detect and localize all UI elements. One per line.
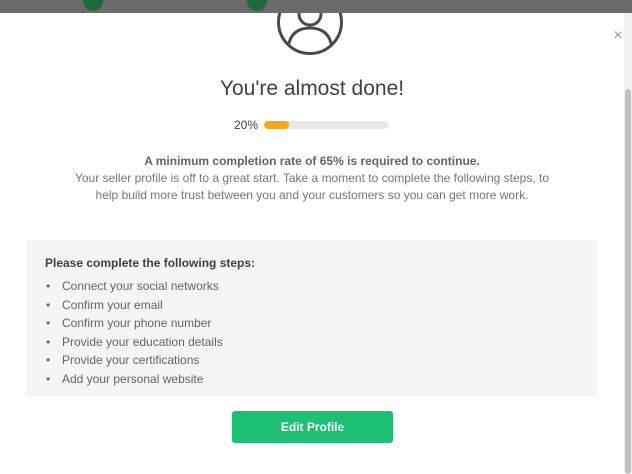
list-item: • Provide your education details	[45, 333, 578, 352]
step-label: Provide your certifications	[62, 353, 200, 367]
user-avatar-icon	[277, 13, 343, 55]
bullet-icon: •	[46, 297, 51, 312]
step-label: Add your personal website	[62, 371, 204, 386]
list-item: • Confirm your phone number	[45, 314, 578, 333]
list-item: • Add your personal website	[45, 370, 578, 389]
step-label: Provide your education details	[62, 334, 223, 349]
completion-message: A minimum completion rate of 65% is requ…	[70, 153, 554, 204]
edit-profile-button[interactable]: Edit Profile	[232, 411, 393, 443]
message-headline: A minimum completion rate of 65% is requ…	[144, 154, 480, 168]
modal-title: You're almost done!	[219, 77, 405, 100]
step-label: Connect your social networks	[62, 279, 219, 293]
bullet-icon: •	[46, 371, 51, 386]
progress-fill	[264, 121, 289, 129]
step-label: Confirm your email	[62, 297, 163, 312]
profile-completion-modal: You're almost done! 20% A minimum comple…	[0, 13, 624, 473]
steps-panel: Please complete the following steps: • Co…	[26, 240, 597, 397]
bullet-icon: •	[46, 316, 51, 330]
progress-percent-label: 20%	[234, 118, 259, 132]
message-body: Your seller profile is off to a great st…	[74, 171, 550, 202]
close-icon[interactable]: ×	[611, 28, 625, 44]
completion-progress: 20%	[234, 118, 389, 132]
background-status-dot	[83, 0, 103, 11]
step-label: Confirm your phone number	[62, 316, 212, 330]
background-status-dot	[247, 0, 267, 11]
progress-track	[264, 121, 389, 129]
list-item: • Confirm your email	[45, 296, 578, 315]
background-header-bar	[0, 0, 632, 13]
bullet-icon: •	[46, 279, 51, 293]
steps-list: • Connect your social networks • Confirm y…	[45, 277, 578, 388]
list-item: • Connect your social networks	[45, 277, 578, 296]
modal-scrollbar[interactable]	[624, 13, 632, 474]
bullet-icon: •	[46, 334, 51, 349]
scrollbar-thumb[interactable]	[625, 89, 631, 474]
steps-title: Please complete the following steps:	[45, 256, 256, 270]
bullet-icon: •	[46, 353, 51, 367]
list-item: • Provide your certifications	[45, 351, 578, 370]
